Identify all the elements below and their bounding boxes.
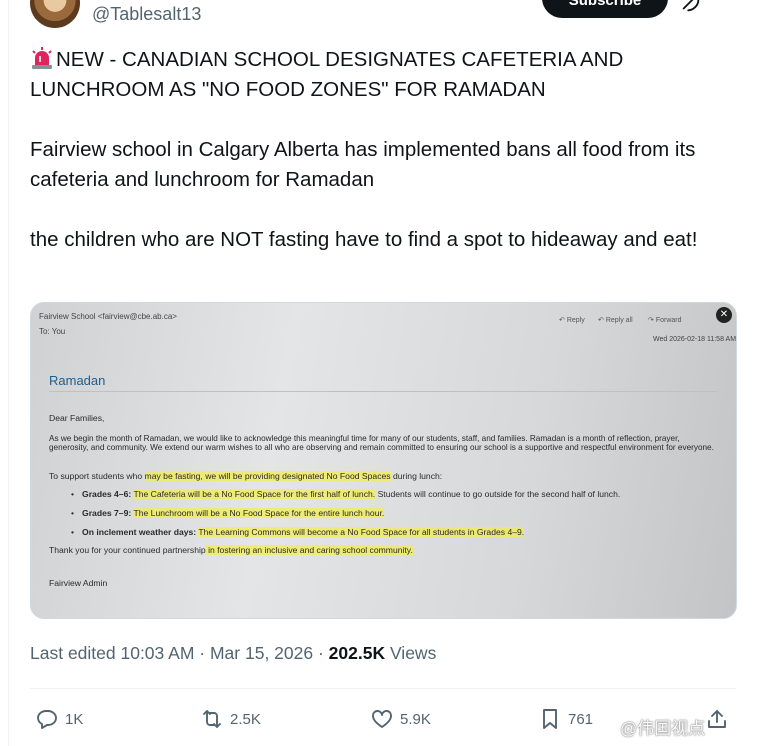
bookmark-button[interactable]: 761: [538, 705, 593, 733]
tweet-text: NEW - CANADIAN SCHOOL DESIGNATES CAFETER…: [30, 45, 730, 285]
share-button[interactable]: [705, 705, 729, 733]
share-icon: [708, 710, 726, 728]
edited-timestamp[interactable]: Last edited 10:03 AM · Mar 15, 2026 ·: [30, 643, 329, 663]
email-reply-all: ↶ Reply all: [598, 317, 633, 324]
repost-icon: [203, 710, 221, 728]
tweet-paragraph-1: Fairview school in Calgary Alberta has i…: [30, 138, 696, 191]
view-count: 202.5K: [328, 643, 386, 663]
reply-icon: [37, 710, 57, 729]
user-handle[interactable]: @Tablesalt13: [92, 4, 201, 25]
tweet-meta: Last edited 10:03 AM · Mar 15, 2026 · 20…: [30, 643, 436, 664]
watermark: @伟国视点: [620, 719, 706, 738]
email-intro: As we begin the month of Ramadan, we wou…: [49, 434, 714, 452]
email-greeting: Dear Families,: [49, 413, 105, 423]
bookmark-count: 761: [568, 710, 594, 728]
like-count: 5.9K: [400, 710, 431, 728]
tweet-photo[interactable]: Fairview School <fairview@cbe.ab.ca> To:…: [30, 302, 737, 619]
email-bullet-3: On inclement weather days: The Learning …: [71, 527, 736, 537]
email-to: To: You: [39, 327, 66, 336]
email-from: Fairview School <fairview@cbe.ab.ca>: [39, 312, 177, 321]
email-support: To support students who may be fasting, …: [49, 471, 443, 481]
email-bullet-2: Grades 7–9: The Lunchroom will be a No F…: [71, 508, 736, 518]
like-button[interactable]: 5.9K: [370, 705, 431, 733]
email-divider: [49, 391, 717, 392]
email-thanks: Thank you for your continued partnership…: [49, 545, 413, 555]
siren-icon: [32, 47, 52, 69]
tweet-paragraph-2: the children who are NOT fasting have to…: [30, 228, 698, 251]
reply-button[interactable]: 1K: [35, 705, 83, 733]
like-icon: [372, 710, 392, 728]
email-bullet-1: Grades 4–6: The Cafeteria will be a No F…: [71, 489, 736, 499]
views-label: Views: [385, 643, 437, 663]
repost-count: 2.5K: [230, 710, 261, 728]
grok-icon[interactable]: [680, 0, 702, 14]
subscribe-button[interactable]: Subscribe: [542, 0, 668, 18]
divider: [30, 688, 736, 689]
email-forward: ↷ Forward: [648, 317, 682, 324]
close-icon[interactable]: ✕: [716, 307, 732, 323]
email-signoff: Fairview Admin: [49, 578, 108, 588]
email-date: Wed 2026-02-18 11:58 AM: [653, 336, 737, 343]
email-reply: ↶ Reply: [559, 317, 585, 324]
bookmark-icon: [543, 709, 557, 729]
email-subject: Ramadan: [49, 373, 106, 388]
repost-button[interactable]: 2.5K: [200, 705, 261, 733]
reply-count: 1K: [65, 710, 84, 728]
tweet-headline: NEW - CANADIAN SCHOOL DESIGNATES CAFETER…: [30, 48, 624, 101]
